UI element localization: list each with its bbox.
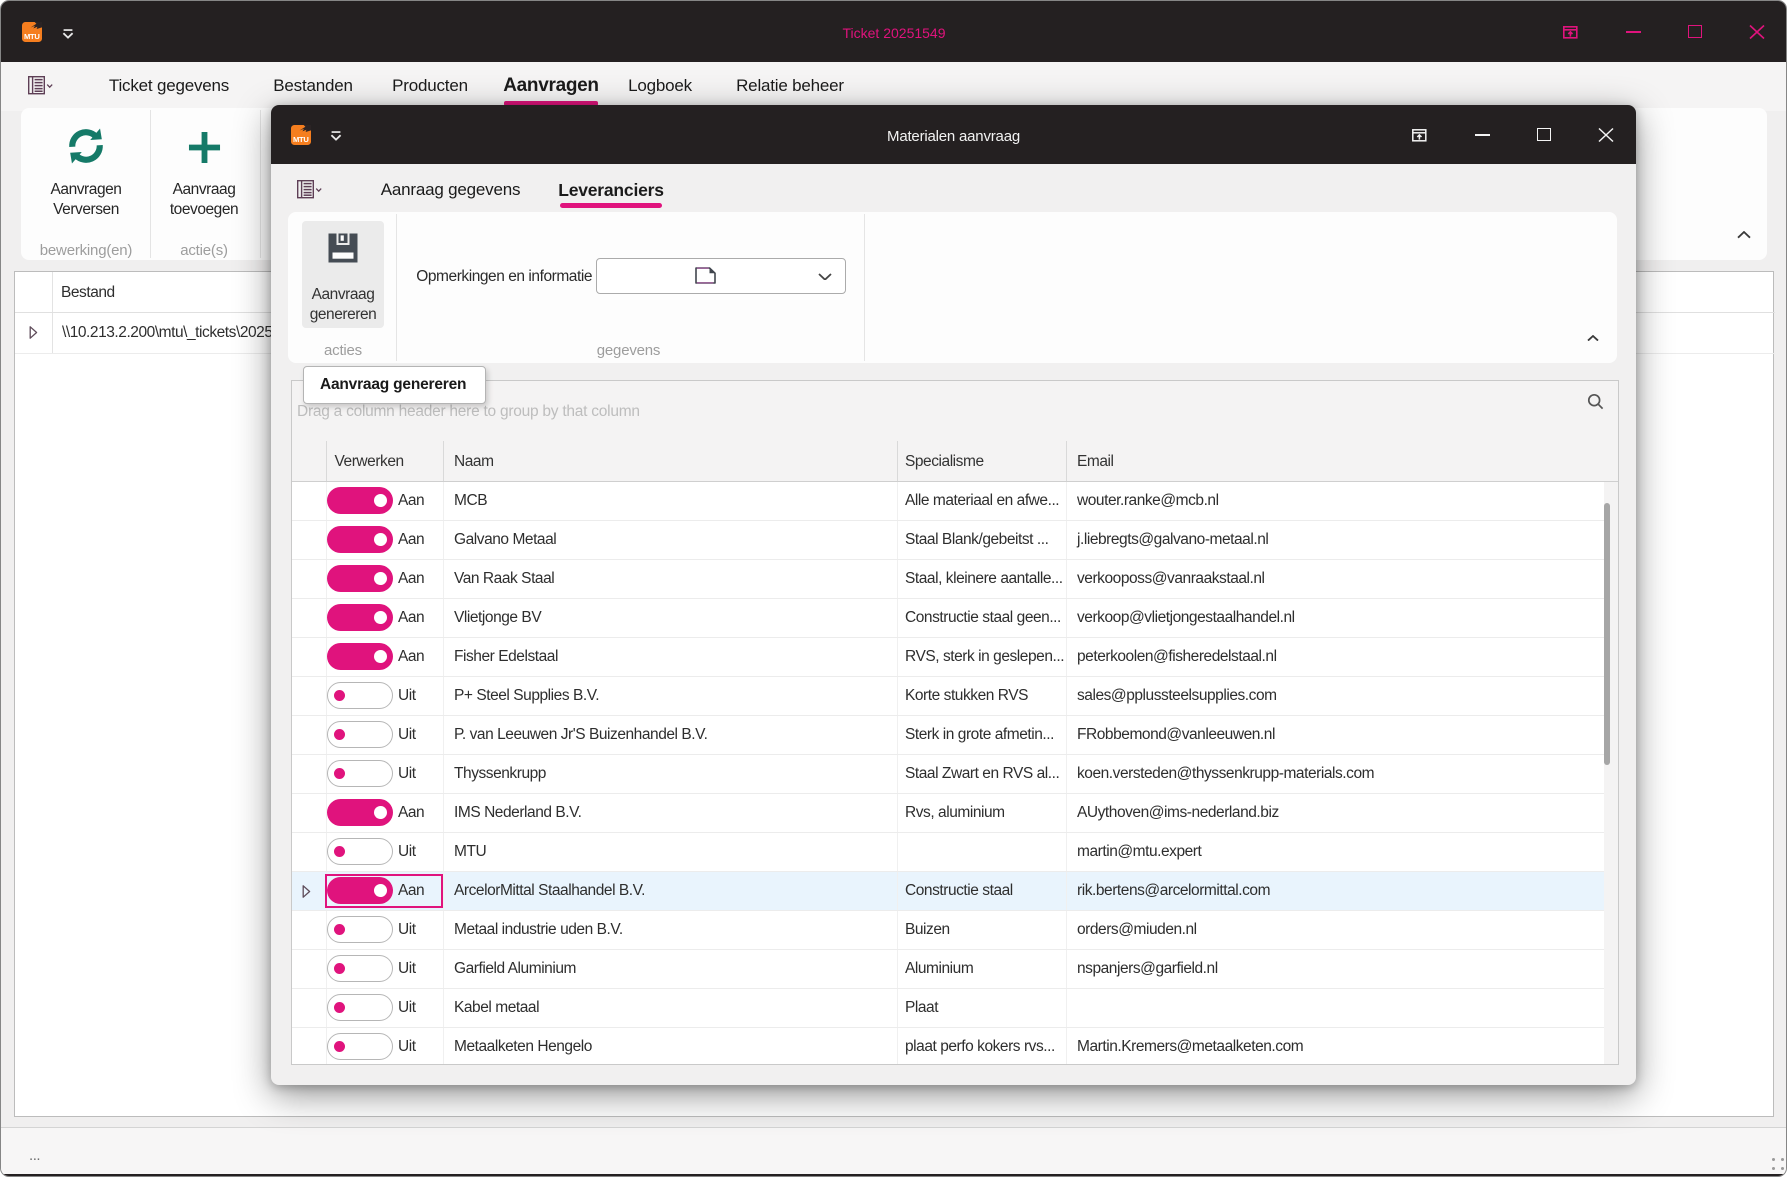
svg-text:MTU: MTU (293, 135, 309, 144)
svg-text:MTU: MTU (24, 32, 40, 41)
